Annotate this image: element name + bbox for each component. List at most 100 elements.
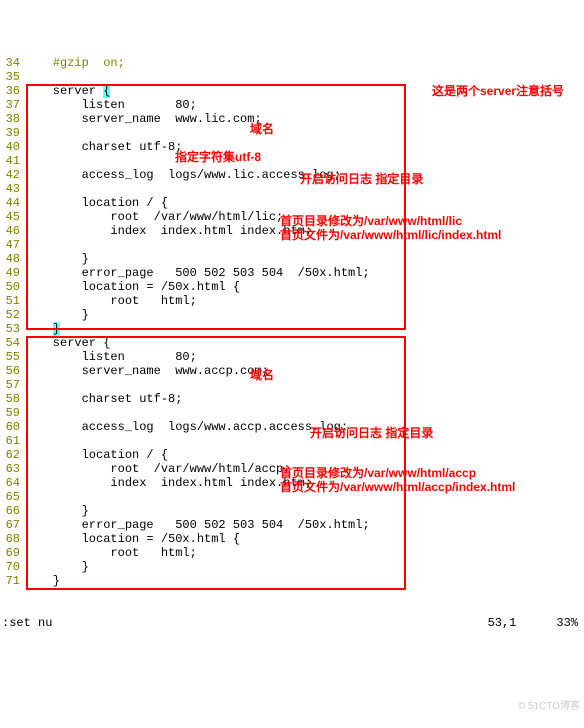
code-line[interactable]: 66 }: [0, 504, 584, 518]
line-number: 48: [0, 252, 24, 266]
code-line[interactable]: 63 root /var/www/html/accp;: [0, 462, 584, 476]
line-number: 62: [0, 448, 24, 462]
code-text: [24, 434, 584, 448]
code-line[interactable]: 46 index index.html index.htm;: [0, 224, 584, 238]
code-text: [24, 378, 584, 392]
line-number: 39: [0, 126, 24, 140]
code-line[interactable]: 61: [0, 434, 584, 448]
line-number: 42: [0, 168, 24, 182]
line-number: 36: [0, 84, 24, 98]
code-line[interactable]: 64 index index.html index.htm;: [0, 476, 584, 490]
line-number: 64: [0, 476, 24, 490]
code-line[interactable]: 49 error_page 500 502 503 504 /50x.html;: [0, 266, 584, 280]
code-text: error_page 500 502 503 504 /50x.html;: [24, 518, 584, 532]
code-line[interactable]: 35: [0, 70, 584, 84]
code-line[interactable]: 38 server_name www.lic.com;: [0, 112, 584, 126]
code-text: listen 80;: [24, 350, 584, 364]
code-text: [24, 238, 584, 252]
line-number: 45: [0, 210, 24, 224]
code-line[interactable]: 59: [0, 406, 584, 420]
line-number: 70: [0, 560, 24, 574]
line-number: 55: [0, 350, 24, 364]
code-text: root /var/www/html/accp;: [24, 462, 584, 476]
status-bar: :set nu 53,1 33%: [0, 616, 584, 630]
line-number: 46: [0, 224, 24, 238]
code-text: index index.html index.htm;: [24, 476, 584, 490]
code-text: location / {: [24, 448, 584, 462]
code-text: server_name www.lic.com;: [24, 112, 584, 126]
line-number: 65: [0, 490, 24, 504]
line-number: 63: [0, 462, 24, 476]
code-line[interactable]: 55 listen 80;: [0, 350, 584, 364]
code-line[interactable]: 44 location / {: [0, 196, 584, 210]
line-number: 58: [0, 392, 24, 406]
line-number: 71: [0, 574, 24, 588]
code-text: server {: [24, 84, 584, 98]
status-position: 53,1: [488, 616, 557, 630]
code-line[interactable]: 70 }: [0, 560, 584, 574]
line-number: 52: [0, 308, 24, 322]
code-text: server_name www.accp.com;: [24, 364, 584, 378]
code-line[interactable]: 34 #gzip on;: [0, 56, 584, 70]
code-text: access_log logs/www.lic.access.log;: [24, 168, 584, 182]
code-line[interactable]: 43: [0, 182, 584, 196]
code-text: }: [24, 252, 584, 266]
line-number: 66: [0, 504, 24, 518]
line-number: 37: [0, 98, 24, 112]
line-number: 67: [0, 518, 24, 532]
code-line[interactable]: 41: [0, 154, 584, 168]
code-line[interactable]: 56 server_name www.accp.com;: [0, 364, 584, 378]
code-line[interactable]: 40 charset utf-8;: [0, 140, 584, 154]
line-number: 44: [0, 196, 24, 210]
code-line[interactable]: 39: [0, 126, 584, 140]
code-line[interactable]: 60 access_log logs/www.accp.access.log;: [0, 420, 584, 434]
line-number: 53: [0, 322, 24, 336]
code-line[interactable]: 37 listen 80;: [0, 98, 584, 112]
code-text: access_log logs/www.accp.access.log;: [24, 420, 584, 434]
code-line[interactable]: 62 location / {: [0, 448, 584, 462]
line-number: 56: [0, 364, 24, 378]
code-line[interactable]: 67 error_page 500 502 503 504 /50x.html;: [0, 518, 584, 532]
line-number: 49: [0, 266, 24, 280]
code-text: index index.html index.htm;: [24, 224, 584, 238]
code-line[interactable]: 52 }: [0, 308, 584, 322]
code-line[interactable]: 36 server {: [0, 84, 584, 98]
code-text: [24, 406, 584, 420]
line-number: 47: [0, 238, 24, 252]
code-line[interactable]: 51 root html;: [0, 294, 584, 308]
code-text: [24, 182, 584, 196]
line-number: 40: [0, 140, 24, 154]
code-line[interactable]: 48 }: [0, 252, 584, 266]
code-line[interactable]: 53 }: [0, 322, 584, 336]
code-text: server {: [24, 336, 584, 350]
line-number: 68: [0, 532, 24, 546]
code-text: #gzip on;: [24, 56, 584, 70]
code-line[interactable]: 42 access_log logs/www.lic.access.log;: [0, 168, 584, 182]
code-text: location / {: [24, 196, 584, 210]
code-line[interactable]: 45 root /var/www/html/lic;: [0, 210, 584, 224]
code-text: listen 80;: [24, 98, 584, 112]
code-text: }: [24, 560, 584, 574]
code-text: root html;: [24, 546, 584, 560]
line-number: 43: [0, 182, 24, 196]
line-number: 41: [0, 154, 24, 168]
code-line[interactable]: 58 charset utf-8;: [0, 392, 584, 406]
code-text: [24, 154, 584, 168]
status-percent: 33%: [556, 616, 584, 630]
code-editor[interactable]: 34 #gzip on;3536 server {37 listen 80;38…: [0, 56, 584, 588]
code-text: [24, 490, 584, 504]
line-number: 38: [0, 112, 24, 126]
code-text: root /var/www/html/lic;: [24, 210, 584, 224]
code-line[interactable]: 68 location = /50x.html {: [0, 532, 584, 546]
code-line[interactable]: 57: [0, 378, 584, 392]
code-text: charset utf-8;: [24, 140, 584, 154]
code-line[interactable]: 50 location = /50x.html {: [0, 280, 584, 294]
code-line[interactable]: 71 }: [0, 574, 584, 588]
code-text: }: [24, 322, 584, 336]
line-number: 50: [0, 280, 24, 294]
code-line[interactable]: 54 server {: [0, 336, 584, 350]
code-line[interactable]: 65: [0, 490, 584, 504]
line-number: 35: [0, 70, 24, 84]
code-line[interactable]: 47: [0, 238, 584, 252]
code-line[interactable]: 69 root html;: [0, 546, 584, 560]
